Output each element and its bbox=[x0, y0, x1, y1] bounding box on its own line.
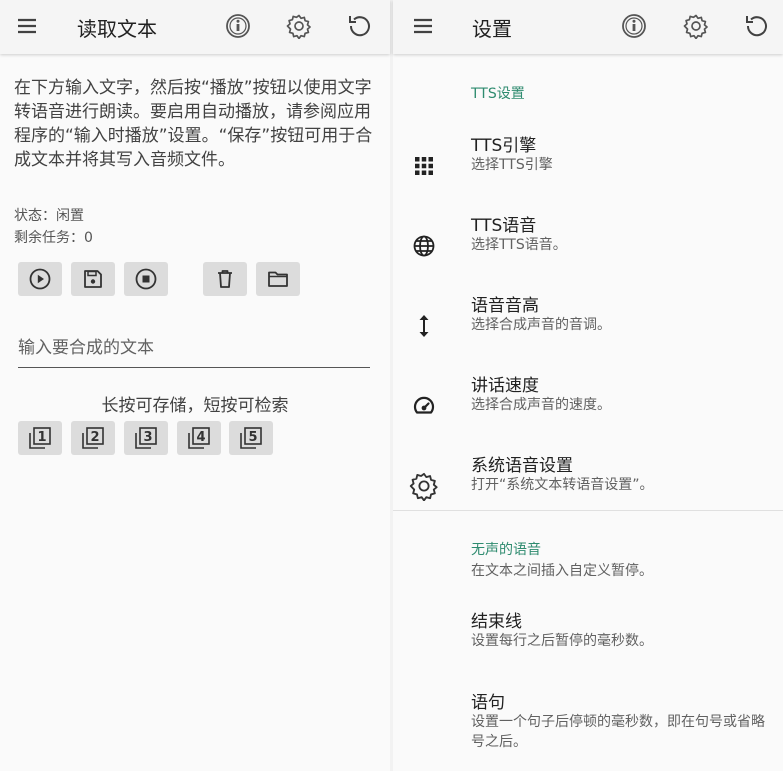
slot-3-button[interactable]: 3 bbox=[124, 421, 168, 455]
stop-button[interactable] bbox=[124, 262, 168, 296]
slot-1-label: 1 bbox=[37, 430, 46, 445]
slot-2-label: 2 bbox=[90, 430, 99, 445]
app-bar: 设置 bbox=[393, 0, 783, 54]
app-bar: 读取文本 bbox=[0, 0, 390, 54]
slot-2-button[interactable]: 2 bbox=[71, 421, 115, 455]
section-header-silence: 无声的语音 bbox=[471, 542, 541, 558]
play-button[interactable] bbox=[18, 262, 62, 296]
slot-3-label: 3 bbox=[143, 430, 152, 445]
info-icon[interactable] bbox=[223, 11, 253, 41]
item-title: 语句 bbox=[471, 693, 505, 713]
folder-button[interactable] bbox=[256, 262, 300, 296]
undo-icon[interactable] bbox=[742, 11, 772, 41]
voice-pitch-item[interactable]: 语音音高 选择合成声音的音调。 bbox=[393, 291, 783, 361]
menu-icon[interactable] bbox=[408, 11, 438, 41]
folder-icon bbox=[268, 271, 288, 287]
speedometer-icon bbox=[409, 371, 439, 441]
delete-button[interactable] bbox=[203, 262, 247, 296]
text-input-container bbox=[18, 330, 370, 368]
section-header-tts: TTS设置 bbox=[471, 86, 525, 102]
item-subtitle: 选择TTS语音。 bbox=[471, 237, 567, 253]
vertical-arrows-icon bbox=[409, 291, 439, 361]
save-button[interactable] bbox=[71, 262, 115, 296]
slot-5-button[interactable]: 5 bbox=[229, 421, 273, 455]
line-end-item[interactable]: 结束线 设置每行之后暂停的毫秒数。 bbox=[393, 607, 783, 677]
save-icon bbox=[84, 270, 102, 288]
delete-icon bbox=[218, 270, 232, 288]
info-icon[interactable] bbox=[619, 11, 649, 41]
globe-icon bbox=[409, 211, 439, 281]
item-title: 结束线 bbox=[471, 612, 522, 632]
item-title: TTS引擎 bbox=[471, 136, 537, 156]
item-title: 系统语音设置 bbox=[471, 456, 573, 476]
item-subtitle: 选择合成声音的音调。 bbox=[471, 317, 611, 333]
item-title: 语音音高 bbox=[471, 296, 539, 316]
item-title: 讲话速度 bbox=[471, 376, 539, 396]
text-input[interactable] bbox=[18, 338, 358, 358]
slot-5-label: 5 bbox=[248, 430, 257, 445]
item-subtitle: 打开“系统文本转语音设置”。 bbox=[471, 477, 654, 493]
stop-icon bbox=[135, 268, 157, 290]
settings-icon[interactable] bbox=[681, 11, 711, 41]
status-text: 状态：闲置 bbox=[14, 208, 84, 224]
page-title: 读取文本 bbox=[77, 17, 157, 41]
tasks-text: 剩余任务：0 bbox=[14, 230, 93, 246]
sentence-item[interactable]: 语句 设置一个句子后停顿的毫秒数，即在句号或省略号之后。 bbox=[393, 688, 783, 768]
play-icon bbox=[29, 268, 51, 290]
grid-icon bbox=[409, 131, 439, 201]
tts-voice-item[interactable]: TTS语音 选择TTS语音。 bbox=[393, 211, 783, 281]
settings-icon[interactable] bbox=[284, 11, 314, 41]
item-subtitle: 设置每行之后暂停的毫秒数。 bbox=[471, 633, 653, 649]
item-subtitle: 设置一个句子后停顿的毫秒数，即在句号或省略号之后。 bbox=[471, 714, 765, 750]
item-subtitle: 选择合成声音的速度。 bbox=[471, 397, 611, 413]
speech-rate-item[interactable]: 讲话速度 选择合成声音的速度。 bbox=[393, 371, 783, 441]
read-text-screen: 读取文本 在下方输入文字，然后按“播放”按钮以使用文字转语音进行朗读。要启用自动… bbox=[0, 0, 390, 771]
undo-icon[interactable] bbox=[345, 11, 375, 41]
tts-engine-item[interactable]: TTS引擎 选择TTS引擎 bbox=[393, 131, 783, 201]
section-description: 在文本之间插入自定义暂停。 bbox=[471, 563, 653, 579]
slots-hint: 长按可存储，短按可检索 bbox=[101, 396, 289, 416]
slot-4-button[interactable]: 4 bbox=[177, 421, 221, 455]
menu-icon[interactable] bbox=[12, 11, 42, 41]
slot-1-button[interactable]: 1 bbox=[18, 421, 62, 455]
settings-screen: 设置 TTS设置 TTS引擎 选择TTS引擎 TTS语音 选择TTS语音。 语音… bbox=[393, 0, 783, 771]
item-subtitle: 选择TTS引擎 bbox=[471, 157, 553, 173]
item-title: TTS语音 bbox=[471, 216, 537, 236]
intro-text: 在下方输入文字，然后按“播放”按钮以使用文字转语音进行朗读。要启用自动播放，请参… bbox=[14, 78, 373, 170]
slot-4-label: 4 bbox=[196, 430, 205, 445]
page-title: 设置 bbox=[472, 17, 512, 41]
section-divider bbox=[393, 510, 783, 511]
